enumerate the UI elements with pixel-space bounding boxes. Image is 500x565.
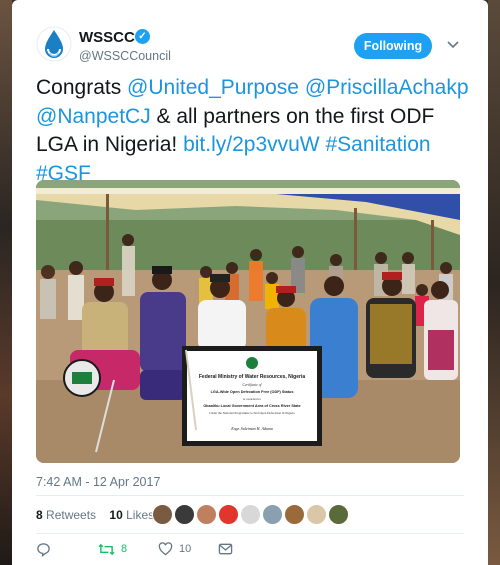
likes-label[interactable]: Likes bbox=[126, 508, 154, 522]
liker-avatar[interactable] bbox=[196, 504, 217, 525]
reply-icon bbox=[37, 542, 50, 557]
tweet-text-part: Congrats bbox=[36, 76, 128, 99]
certificate-line: Under the National Programme to End Open… bbox=[209, 411, 295, 415]
retweet-count: 8 bbox=[121, 543, 128, 556]
reply-button[interactable] bbox=[36, 541, 51, 559]
certificate-line: is awarded to bbox=[243, 397, 261, 401]
liker-avatar[interactable] bbox=[174, 504, 195, 525]
liker-avatar[interactable] bbox=[306, 504, 327, 525]
retweets-count[interactable]: 8 bbox=[36, 508, 43, 522]
display-name[interactable]: WSSCC bbox=[79, 29, 135, 46]
verified-badge-icon: ✓ bbox=[135, 29, 150, 44]
url-link[interactable]: bit.ly/2p3vvuW bbox=[183, 133, 320, 156]
tweet-card: WSSCC ✓ @WSSCCouncil Following Congrats … bbox=[12, 0, 488, 565]
certificate-line: Obanliku Local Government Area of Cross … bbox=[203, 404, 300, 408]
engagement-stats: 8 Retweets 10 Likes bbox=[36, 508, 154, 522]
like-button[interactable]: 10 bbox=[158, 541, 191, 559]
certificate-signature: Engr. Suleiman H. Adamu bbox=[230, 426, 273, 431]
mention-link[interactable]: @NanpetCJ bbox=[36, 105, 151, 128]
avatar[interactable] bbox=[36, 26, 72, 62]
heart-icon bbox=[158, 542, 173, 556]
retweet-button[interactable]: 8 bbox=[98, 541, 127, 559]
certificate-title: Federal Ministry of Water Resources, Nig… bbox=[199, 374, 305, 380]
chevron-down-icon[interactable] bbox=[446, 38, 460, 52]
retweets-label[interactable]: Retweets bbox=[46, 508, 96, 522]
divider bbox=[36, 495, 464, 496]
direct-message-button[interactable] bbox=[218, 541, 233, 559]
wsscc-logo-icon bbox=[36, 26, 72, 62]
mention-link[interactable]: @PriscillaAchakp bbox=[305, 76, 469, 99]
envelope-icon bbox=[218, 543, 233, 555]
liker-avatar[interactable] bbox=[328, 504, 349, 525]
following-button[interactable]: Following bbox=[354, 33, 432, 59]
mention-link[interactable]: @United_Purpose bbox=[127, 76, 299, 99]
hashtag-link[interactable]: #Sanitation bbox=[325, 133, 430, 156]
retweet-icon bbox=[98, 543, 115, 555]
background-right bbox=[488, 0, 500, 565]
likes-count[interactable]: 10 bbox=[109, 508, 122, 522]
divider bbox=[36, 533, 464, 534]
like-count: 10 bbox=[179, 543, 192, 556]
tweet-text: Congrats @United_Purpose @PriscillaAchak… bbox=[36, 74, 476, 188]
liker-avatar[interactable] bbox=[218, 504, 239, 525]
liker-avatar[interactable] bbox=[262, 504, 283, 525]
tweet-timestamp[interactable]: 7:42 AM - 12 Apr 2017 bbox=[36, 475, 160, 489]
certificate-line: Certificate of bbox=[242, 383, 262, 387]
user-handle[interactable]: @WSSCCouncil bbox=[79, 49, 171, 63]
liker-avatar[interactable] bbox=[240, 504, 261, 525]
certificate-line: LGA-Wide Open Defecation Free (ODF) Stat… bbox=[211, 390, 294, 394]
liker-avatar[interactable] bbox=[284, 504, 305, 525]
background-left bbox=[0, 0, 12, 565]
liker-avatar[interactable] bbox=[152, 504, 173, 525]
tweet-photo[interactable]: Federal Ministry of Water Resources, Nig… bbox=[36, 180, 460, 463]
